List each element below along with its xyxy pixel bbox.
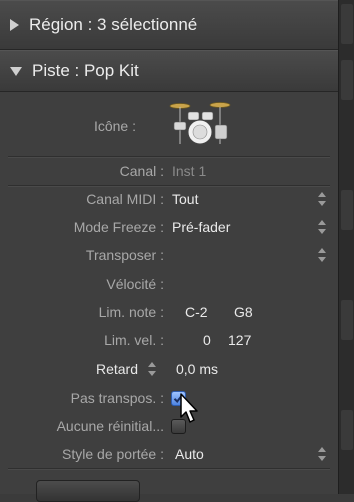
drum-kit-icon[interactable]: [168, 98, 232, 148]
transpose-label: Transposer :: [85, 247, 164, 263]
velocity-limit-row[interactable]: Lim. vel. : 0 127: [0, 326, 338, 354]
mouse-pointer-icon: [180, 393, 198, 423]
midi-channel-row[interactable]: Canal MIDI : Tout: [0, 185, 338, 213]
inspector-panel: Région : 3 sélectionné Piste : Pop Kit I…: [0, 0, 338, 502]
delay-row[interactable]: Retard 0,0 ms: [0, 355, 338, 383]
key-limit-row[interactable]: Lim. note : C-2 G8: [0, 298, 338, 326]
freeze-mode-row[interactable]: Mode Freeze : Pré-fader: [0, 213, 338, 241]
track-header[interactable]: Piste : Pop Kit: [0, 50, 338, 92]
velocity-limit-label: Lim. vel. :: [104, 332, 164, 348]
midi-channel-label: Canal MIDI :: [86, 191, 164, 207]
divider: [8, 468, 330, 470]
stepper-icon[interactable]: [318, 248, 326, 262]
disclosure-triangle-icon[interactable]: [10, 19, 19, 31]
freeze-mode-label: Mode Freeze :: [73, 219, 164, 235]
disclosure-triangle-open-icon[interactable]: [10, 66, 22, 76]
stepper-icon[interactable]: [318, 447, 326, 461]
midi-channel-value[interactable]: Tout: [172, 191, 198, 207]
staff-style-row[interactable]: Style de portée : Auto: [0, 440, 338, 468]
freeze-mode-value[interactable]: Pré-fader: [172, 219, 230, 235]
delay-value[interactable]: 0,0 ms: [176, 361, 218, 377]
bottom-button[interactable]: [36, 480, 140, 502]
region-header-label: Région : 3 sélectionné: [29, 15, 198, 34]
channel-row: Canal : Inst 1: [0, 157, 338, 185]
velocity-row[interactable]: Vélocité :: [0, 270, 338, 298]
channel-label: Canal :: [119, 163, 164, 179]
channel-value: Inst 1: [172, 163, 207, 179]
velocity-label: Vélocité :: [106, 276, 164, 292]
velocity-limit-high[interactable]: 127: [228, 332, 251, 348]
stepper-icon[interactable]: [318, 220, 326, 234]
staff-style-label: Style de portée :: [62, 446, 164, 462]
key-limit-label: Lim. note :: [98, 304, 164, 320]
velocity-limit-low[interactable]: 0: [203, 332, 211, 348]
stepper-icon[interactable]: [148, 362, 156, 376]
icon-label: Icône :: [93, 118, 136, 134]
no-transpose-row[interactable]: Pas transpos. :: [0, 384, 338, 412]
transpose-row[interactable]: Transposer :: [0, 241, 338, 269]
stepper-icon[interactable]: [318, 192, 326, 206]
icon-row: Icône :: [0, 102, 338, 148]
key-limit-low[interactable]: C-2: [185, 304, 208, 320]
no-transpose-label: Pas transpos. :: [70, 390, 164, 406]
side-strip: [338, 0, 354, 494]
key-limit-high[interactable]: G8: [234, 304, 253, 320]
no-reset-label: Aucune réinitial...: [56, 418, 164, 434]
region-header[interactable]: Région : 3 sélectionné: [0, 0, 338, 50]
delay-label[interactable]: Retard: [96, 361, 138, 377]
staff-style-value[interactable]: Auto: [175, 446, 204, 462]
no-reset-row[interactable]: Aucune réinitial...: [0, 412, 338, 440]
track-header-label: Piste : Pop Kit: [32, 61, 139, 80]
